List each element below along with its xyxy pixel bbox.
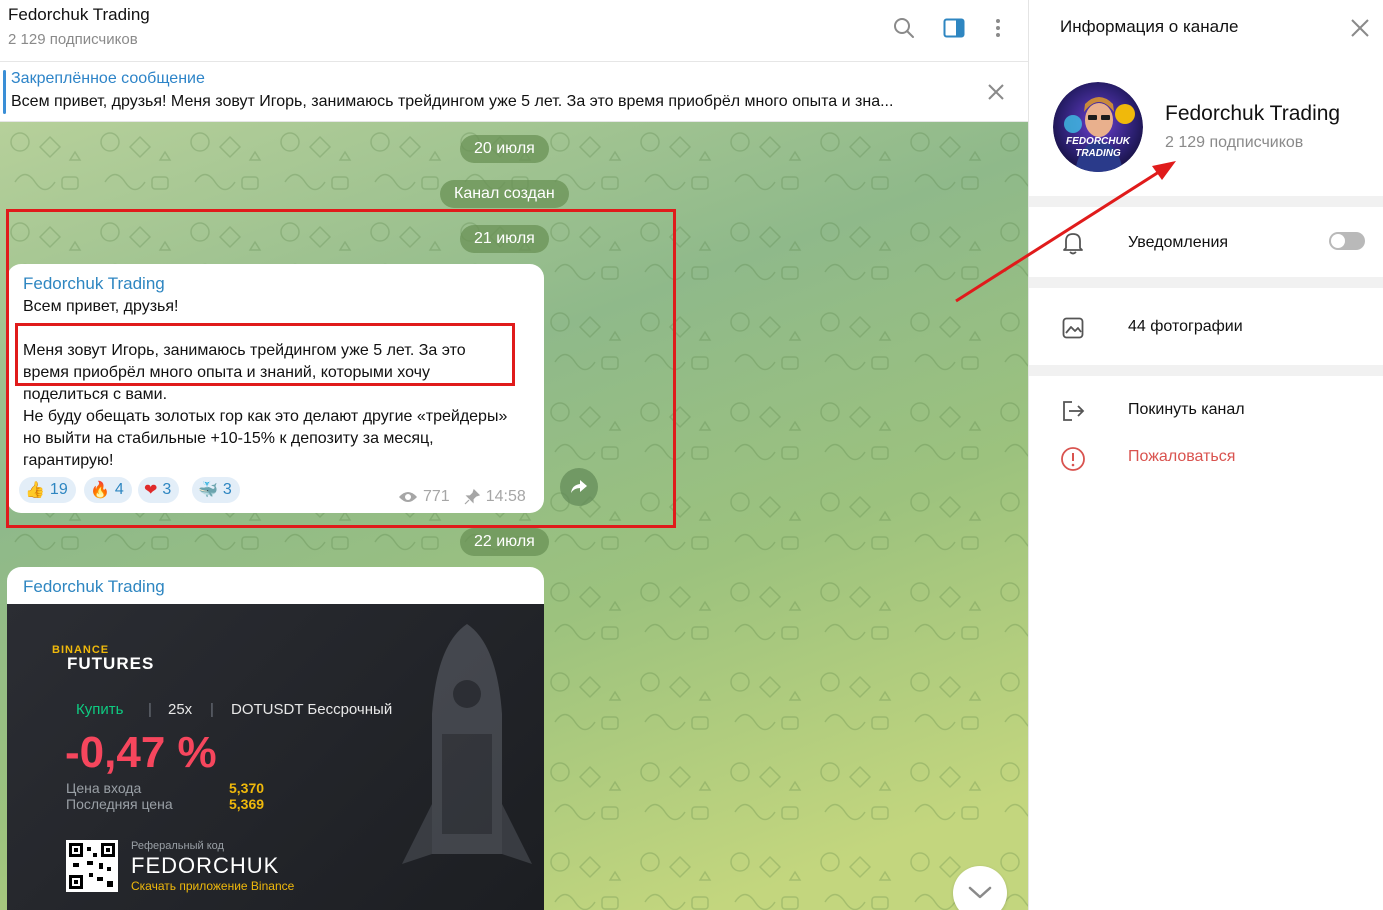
pinned-title: Закреплённое сообщение xyxy=(11,70,205,87)
bell-icon xyxy=(1059,229,1087,257)
binance-futures-label: FUTURES xyxy=(67,654,155,673)
last-price-label: Последняя цена xyxy=(66,796,173,812)
pinned-message-bar[interactable]: Закреплённое сообщение Всем привет, друз… xyxy=(0,62,1028,122)
sidebar-toggle-icon[interactable] xyxy=(940,14,968,42)
report-button[interactable]: Пожаловаться xyxy=(1128,448,1235,466)
download-app-text: Скачать приложение Binance xyxy=(131,879,295,893)
date-separator: 20 июля xyxy=(460,135,549,163)
message-author[interactable]: Fedorchuk Trading xyxy=(23,577,165,597)
leave-icon xyxy=(1059,397,1087,425)
section-divider xyxy=(1029,365,1383,376)
leverage: 25x xyxy=(168,701,193,718)
section-divider xyxy=(1029,277,1383,288)
annotation-box-experience xyxy=(15,323,515,386)
panel-title: Информация о канале xyxy=(1060,17,1239,36)
avatar-text-line1: FEDORCHUK xyxy=(1066,136,1130,147)
pnl-percent: -0,47 % xyxy=(65,728,217,777)
pinned-text: Всем привет, друзья! Меня зовут Игорь, з… xyxy=(11,93,894,110)
channel-subscribers: 2 129 подписчиков xyxy=(1165,134,1304,151)
leave-channel-button[interactable]: Покинуть канал xyxy=(1128,401,1245,419)
chat-area: Fedorchuk Trading 2 129 подписчиков Закр… xyxy=(0,0,1028,910)
referral-label: Реферальный код xyxy=(131,840,224,852)
section-divider xyxy=(1029,196,1383,207)
notifications-label: Уведомления xyxy=(1128,234,1229,251)
warning-icon xyxy=(1059,445,1087,473)
trade-side: Купить xyxy=(76,701,124,718)
entry-price-label: Цена входа xyxy=(66,780,142,796)
telegram-window: Fedorchuk Trading 2 129 подписчиков Закр… xyxy=(0,0,1383,910)
date-separator: 22 июля xyxy=(460,528,549,556)
qr-code xyxy=(66,840,118,892)
chat-title[interactable]: Fedorchuk Trading xyxy=(8,5,150,25)
more-vertical-icon[interactable] xyxy=(984,14,1012,42)
search-icon[interactable] xyxy=(890,14,918,42)
entry-price-value: 5,370 xyxy=(229,780,265,796)
chevron-down-icon xyxy=(968,886,992,899)
toggle-knob xyxy=(1331,234,1345,248)
rocket-graphic xyxy=(402,624,532,864)
channel-avatar[interactable]: FEDORCHUK TRADING xyxy=(1053,82,1143,172)
trading-pair: DOTUSDT Бессрочный xyxy=(231,701,393,718)
channel-info-panel: Информация о канале FEDORCHUK TRADING Fe… xyxy=(1028,0,1383,910)
service-message-channel-created: Канал создан xyxy=(440,180,569,208)
avatar-text-line2: TRADING xyxy=(1075,148,1121,159)
divider: | xyxy=(148,701,152,718)
photos-label: 44 фотографии xyxy=(1128,318,1243,335)
close-panel-icon[interactable] xyxy=(1347,15,1373,46)
binance-pnl-image[interactable]: BINANCE FUTURES Купить | 25x | DOTUSDT Б… xyxy=(7,604,544,910)
notifications-toggle[interactable] xyxy=(1329,232,1365,250)
referral-code: FEDORCHUK xyxy=(131,853,280,878)
close-pinned-icon[interactable] xyxy=(982,78,1010,111)
photo-icon xyxy=(1059,314,1087,342)
chat-header[interactable]: Fedorchuk Trading 2 129 подписчиков xyxy=(0,0,1028,62)
chat-subscribers: 2 129 подписчиков xyxy=(8,31,138,48)
pinned-accent-bar xyxy=(3,70,6,114)
divider: | xyxy=(210,701,214,718)
last-price-value: 5,369 xyxy=(229,796,265,812)
channel-name: Fedorchuk Trading xyxy=(1165,102,1341,125)
